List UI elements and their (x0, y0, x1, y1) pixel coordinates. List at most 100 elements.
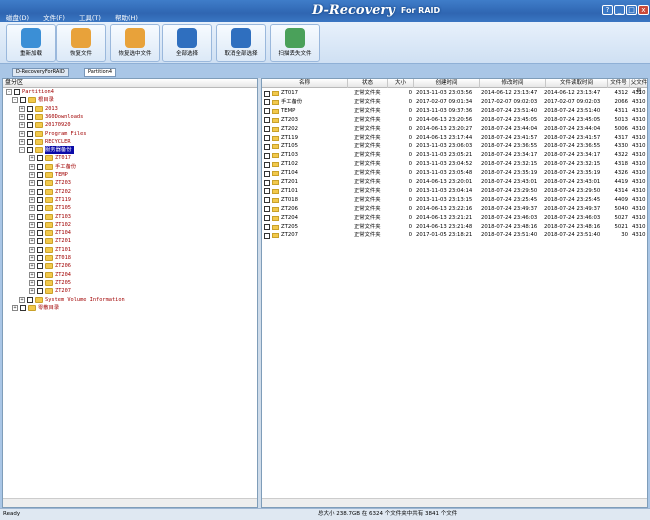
tree-item[interactable]: + ZT102 (3, 221, 257, 229)
menu-tools[interactable]: 工具(T) (79, 12, 101, 22)
expand-toggle[interactable]: - (12, 97, 18, 104)
toolbar-button-4[interactable]: 取消全部选择 (216, 24, 266, 62)
menu-help[interactable]: 帮助(H) (115, 12, 138, 22)
tree-checkbox[interactable] (37, 263, 43, 270)
column-header[interactable]: 父文件号 (630, 79, 647, 95)
tree-checkbox[interactable] (27, 105, 33, 112)
tree-item[interactable]: +2013 (3, 105, 257, 113)
list-horizontal-scrollbar[interactable] (262, 498, 647, 507)
tree-checkbox[interactable] (37, 279, 43, 286)
column-header[interactable]: 创建时间 (414, 79, 480, 88)
toolbar-button-2[interactable]: 恢复选中文件 (110, 24, 160, 62)
minimize-button[interactable]: _ (614, 5, 625, 15)
row-checkbox[interactable] (264, 152, 270, 159)
table-row[interactable]: ZT102 正常文件夹 0 2013-11-03 23:04:52 2018-07-24… (262, 160, 647, 169)
column-header[interactable]: 大小 (388, 79, 414, 88)
tree-checkbox[interactable] (27, 122, 33, 129)
tree-item[interactable]: +360Downloads (3, 113, 257, 121)
row-checkbox[interactable] (264, 224, 270, 230)
tree-checkbox[interactable] (27, 147, 33, 154)
table-row[interactable]: ZT202 正常文件夹 0 2014-06-13 23:20:27 2018-07-24… (262, 125, 647, 134)
expand-toggle[interactable]: + (29, 230, 35, 237)
column-header[interactable]: 状态 (348, 79, 388, 88)
tree-checkbox[interactable] (37, 238, 43, 245)
expand-toggle[interactable]: + (19, 130, 25, 137)
expand-toggle[interactable]: + (29, 279, 35, 286)
toolbar-button-5[interactable]: 扫描丢失文件 (270, 24, 320, 62)
expand-toggle[interactable]: + (29, 213, 35, 220)
tree-item[interactable]: + System Volume Information (3, 296, 257, 304)
expand-toggle[interactable]: + (29, 172, 35, 178)
maximize-button[interactable]: □ (626, 5, 637, 15)
tree-checkbox[interactable] (20, 304, 26, 311)
expand-toggle[interactable]: + (29, 238, 35, 245)
row-checkbox[interactable] (264, 232, 270, 239)
row-checkbox[interactable] (264, 126, 270, 133)
table-row[interactable]: ZT018 正常文件夹 0 2013-11-03 23:13:15 2018-07-24… (262, 196, 647, 205)
toolbar-button-3[interactable]: 全部选择 (162, 24, 212, 62)
table-row[interactable]: TEMP 正常文件夹 0 2013-11-03 09:37:36 2018-07-24 … (262, 107, 647, 116)
table-row[interactable]: ZT119 正常文件夹 0 2014-06-13 23:17:44 2018-07-24… (262, 134, 647, 143)
tree-item[interactable]: + ZT119 (3, 196, 257, 204)
row-checkbox[interactable] (264, 108, 270, 115)
toolbar-button-1[interactable]: 恢复文件 (56, 24, 106, 62)
tab-drecovery[interactable]: D-RecoveryForRAID (12, 68, 69, 77)
tree-item[interactable]: + 手工备份 (3, 163, 257, 171)
expand-toggle[interactable]: - (6, 89, 12, 95)
tree-item[interactable]: - 根目录 (3, 96, 257, 104)
tree-item[interactable]: + ZT203 (3, 179, 257, 187)
table-row[interactable]: ZT205 正常文件夹 0 2014-06-13 23:21:48 2018-07-24… (262, 223, 647, 232)
table-row[interactable]: ZT201 正常文件夹 0 2014-06-13 23:20:01 2018-07-24… (262, 178, 647, 187)
tree-checkbox[interactable] (27, 138, 33, 145)
tree-checkbox[interactable] (37, 271, 43, 278)
table-row[interactable]: ZT204 正常文件夹 0 2014-06-13 23:21:21 2018-07-24… (262, 214, 647, 223)
tree-checkbox[interactable] (37, 172, 43, 178)
expand-toggle[interactable]: + (19, 138, 25, 145)
table-row[interactable]: ZT017 正常文件夹 0 2013-11-03 23:03:56 2014-06-12… (262, 89, 647, 98)
row-checkbox[interactable] (264, 117, 270, 124)
tree-item[interactable]: + ZT204 (3, 271, 257, 279)
tab-partition4[interactable]: Partition4 (84, 68, 117, 77)
tree-item[interactable]: + ZT103 (3, 213, 257, 221)
expand-toggle[interactable]: + (19, 296, 25, 303)
tree-item[interactable]: + ZT201 (3, 237, 257, 245)
row-checkbox[interactable] (264, 215, 270, 222)
tree-checkbox[interactable] (27, 130, 33, 137)
expand-toggle[interactable]: + (29, 155, 35, 162)
close-button[interactable]: x (638, 5, 649, 15)
table-row[interactable]: ZT101 正常文件夹 0 2013-11-03 23:04:14 2018-07-24… (262, 187, 647, 196)
tree-checkbox[interactable] (37, 180, 43, 187)
tree-item[interactable]: + ZT101 (3, 246, 257, 254)
tree-checkbox[interactable] (20, 97, 26, 104)
expand-toggle[interactable]: + (29, 263, 35, 270)
row-checkbox[interactable] (264, 170, 270, 177)
row-checkbox[interactable] (264, 197, 270, 204)
tree-checkbox[interactable] (37, 288, 43, 295)
tree-item[interactable]: + ZT206 (3, 262, 257, 270)
help-button[interactable]: ? (602, 5, 613, 15)
tree-item[interactable]: + RECYCLER (3, 138, 257, 146)
tree-item[interactable]: - 服务器备份 (3, 146, 257, 155)
tree-checkbox[interactable] (37, 196, 43, 203)
expand-toggle[interactable]: + (19, 105, 25, 112)
tree-checkbox[interactable] (37, 213, 43, 220)
tree-checkbox[interactable] (27, 296, 33, 303)
expand-toggle[interactable]: - (19, 147, 25, 154)
table-row[interactable]: ZT207 正常文件夹 0 2017-01-05 23:18:21 2018-07-24… (262, 231, 647, 240)
tree-item[interactable]: + ZT017 (3, 154, 257, 162)
expand-toggle[interactable]: + (29, 180, 35, 187)
column-header[interactable]: 文件读取时间 (546, 79, 608, 88)
tree-checkbox[interactable] (37, 230, 43, 237)
tree-item[interactable]: + ZT104 (3, 229, 257, 237)
tree-item[interactable]: - Partition4 (3, 88, 257, 96)
tree-checkbox[interactable] (37, 155, 43, 162)
tree-checkbox[interactable] (14, 89, 20, 95)
table-row[interactable]: ZT104 正常文件夹 0 2013-11-03 23:05:48 2018-07-24… (262, 169, 647, 178)
expand-toggle[interactable]: + (29, 271, 35, 278)
tree-checkbox[interactable] (27, 113, 33, 120)
row-checkbox[interactable] (264, 188, 270, 195)
tree-item[interactable]: + ZT018 (3, 254, 257, 262)
row-checkbox[interactable] (264, 143, 270, 150)
column-header[interactable]: 名称 (262, 79, 348, 88)
tree-checkbox[interactable] (37, 221, 43, 228)
